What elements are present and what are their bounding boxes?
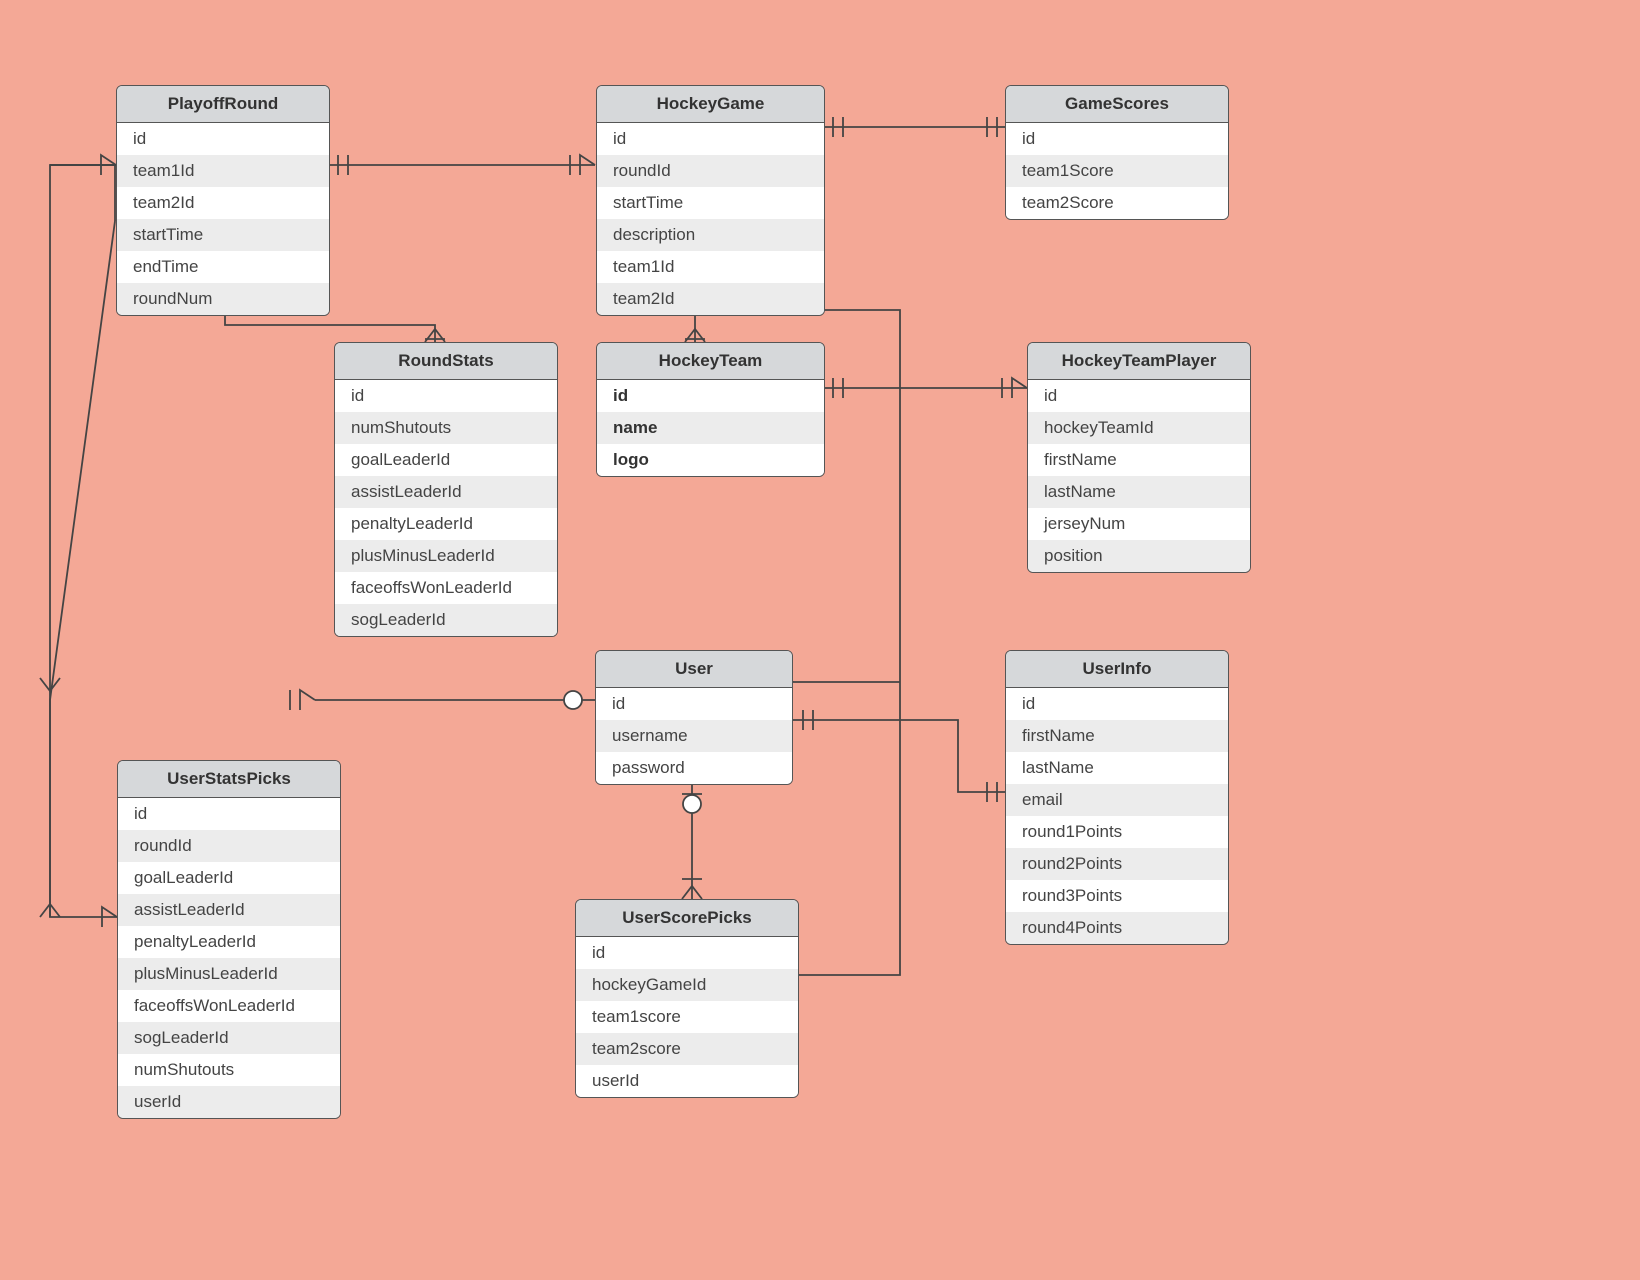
field: endTime <box>117 251 329 283</box>
field: assistLeaderId <box>118 894 340 926</box>
entity-userinfo: UserInfo id firstName lastName email rou… <box>1005 650 1229 945</box>
entity-header: HockeyGame <box>597 86 824 123</box>
field: round3Points <box>1006 880 1228 912</box>
entity-header: RoundStats <box>335 343 557 380</box>
field: team1Score <box>1006 155 1228 187</box>
entity-header: HockeyTeam <box>597 343 824 380</box>
field: id <box>335 380 557 412</box>
field: userId <box>576 1065 798 1097</box>
field: round2Points <box>1006 848 1228 880</box>
field: penaltyLeaderId <box>335 508 557 540</box>
field: plusMinusLeaderId <box>335 540 557 572</box>
field: goalLeaderId <box>335 444 557 476</box>
entity-fields: id team1Id team2Id startTime endTime rou… <box>117 123 329 315</box>
entity-header: UserInfo <box>1006 651 1228 688</box>
field: round1Points <box>1006 816 1228 848</box>
field: team1Id <box>597 251 824 283</box>
field: hockeyTeamId <box>1028 412 1250 444</box>
field: startTime <box>117 219 329 251</box>
field: id <box>1006 123 1228 155</box>
field: team2Id <box>597 283 824 315</box>
field: startTime <box>597 187 824 219</box>
entity-header: UserScorePicks <box>576 900 798 937</box>
field: jerseyNum <box>1028 508 1250 540</box>
field: team1score <box>576 1001 798 1033</box>
field: firstName <box>1006 720 1228 752</box>
field: userId <box>118 1086 340 1118</box>
field: id <box>576 937 798 969</box>
entity-header: GameScores <box>1006 86 1228 123</box>
field: password <box>596 752 792 784</box>
field: roundId <box>118 830 340 862</box>
field: assistLeaderId <box>335 476 557 508</box>
field: lastName <box>1006 752 1228 784</box>
field: faceoffsWonLeaderId <box>118 990 340 1022</box>
field: id <box>1028 380 1250 412</box>
field: id <box>117 123 329 155</box>
entity-fields: id roundId goalLeaderId assistLeaderId p… <box>118 798 340 1118</box>
entity-hockeygame: HockeyGame id roundId startTime descript… <box>596 85 825 316</box>
entity-header: User <box>596 651 792 688</box>
field: firstName <box>1028 444 1250 476</box>
field: logo <box>597 444 824 476</box>
field: id <box>596 688 792 720</box>
field: lastName <box>1028 476 1250 508</box>
entity-roundstats: RoundStats id numShutouts goalLeaderId a… <box>334 342 558 637</box>
field: round4Points <box>1006 912 1228 944</box>
entity-user: User id username password <box>595 650 793 785</box>
field: id <box>1006 688 1228 720</box>
field: sogLeaderId <box>118 1022 340 1054</box>
entity-header: HockeyTeamPlayer <box>1028 343 1250 380</box>
field: numShutouts <box>118 1054 340 1086</box>
entity-playoffround: PlayoffRound id team1Id team2Id startTim… <box>116 85 330 316</box>
field: id <box>118 798 340 830</box>
field: team1Id <box>117 155 329 187</box>
entity-fields: id team1Score team2Score <box>1006 123 1228 219</box>
entity-fields: id numShutouts goalLeaderId assistLeader… <box>335 380 557 636</box>
entity-gamescores: GameScores id team1Score team2Score <box>1005 85 1229 220</box>
entity-userstatspicks: UserStatsPicks id roundId goalLeaderId a… <box>117 760 341 1119</box>
field: id <box>597 380 824 412</box>
field: numShutouts <box>335 412 557 444</box>
field: id <box>597 123 824 155</box>
field: description <box>597 219 824 251</box>
field: roundNum <box>117 283 329 315</box>
field: position <box>1028 540 1250 572</box>
field: username <box>596 720 792 752</box>
entity-fields: id hockeyGameId team1score team2score us… <box>576 937 798 1097</box>
entity-fields: id hockeyTeamId firstName lastName jerse… <box>1028 380 1250 572</box>
field: team2Id <box>117 187 329 219</box>
entity-header: UserStatsPicks <box>118 761 340 798</box>
entity-header: PlayoffRound <box>117 86 329 123</box>
entity-userscorepicks: UserScorePicks id hockeyGameId team1scor… <box>575 899 799 1098</box>
field: hockeyGameId <box>576 969 798 1001</box>
field: roundId <box>597 155 824 187</box>
field: penaltyLeaderId <box>118 926 340 958</box>
field: plusMinusLeaderId <box>118 958 340 990</box>
entity-hockeyteam: HockeyTeam id name logo <box>596 342 825 477</box>
field: team2Score <box>1006 187 1228 219</box>
entity-fields: id username password <box>596 688 792 784</box>
entity-fields: id roundId startTime description team1Id… <box>597 123 824 315</box>
field: goalLeaderId <box>118 862 340 894</box>
entity-hockeyteamplayer: HockeyTeamPlayer id hockeyTeamId firstNa… <box>1027 342 1251 573</box>
field: faceoffsWonLeaderId <box>335 572 557 604</box>
entity-fields: id firstName lastName email round1Points… <box>1006 688 1228 944</box>
field: email <box>1006 784 1228 816</box>
field: name <box>597 412 824 444</box>
field: sogLeaderId <box>335 604 557 636</box>
field: team2score <box>576 1033 798 1065</box>
entity-fields: id name logo <box>597 380 824 476</box>
